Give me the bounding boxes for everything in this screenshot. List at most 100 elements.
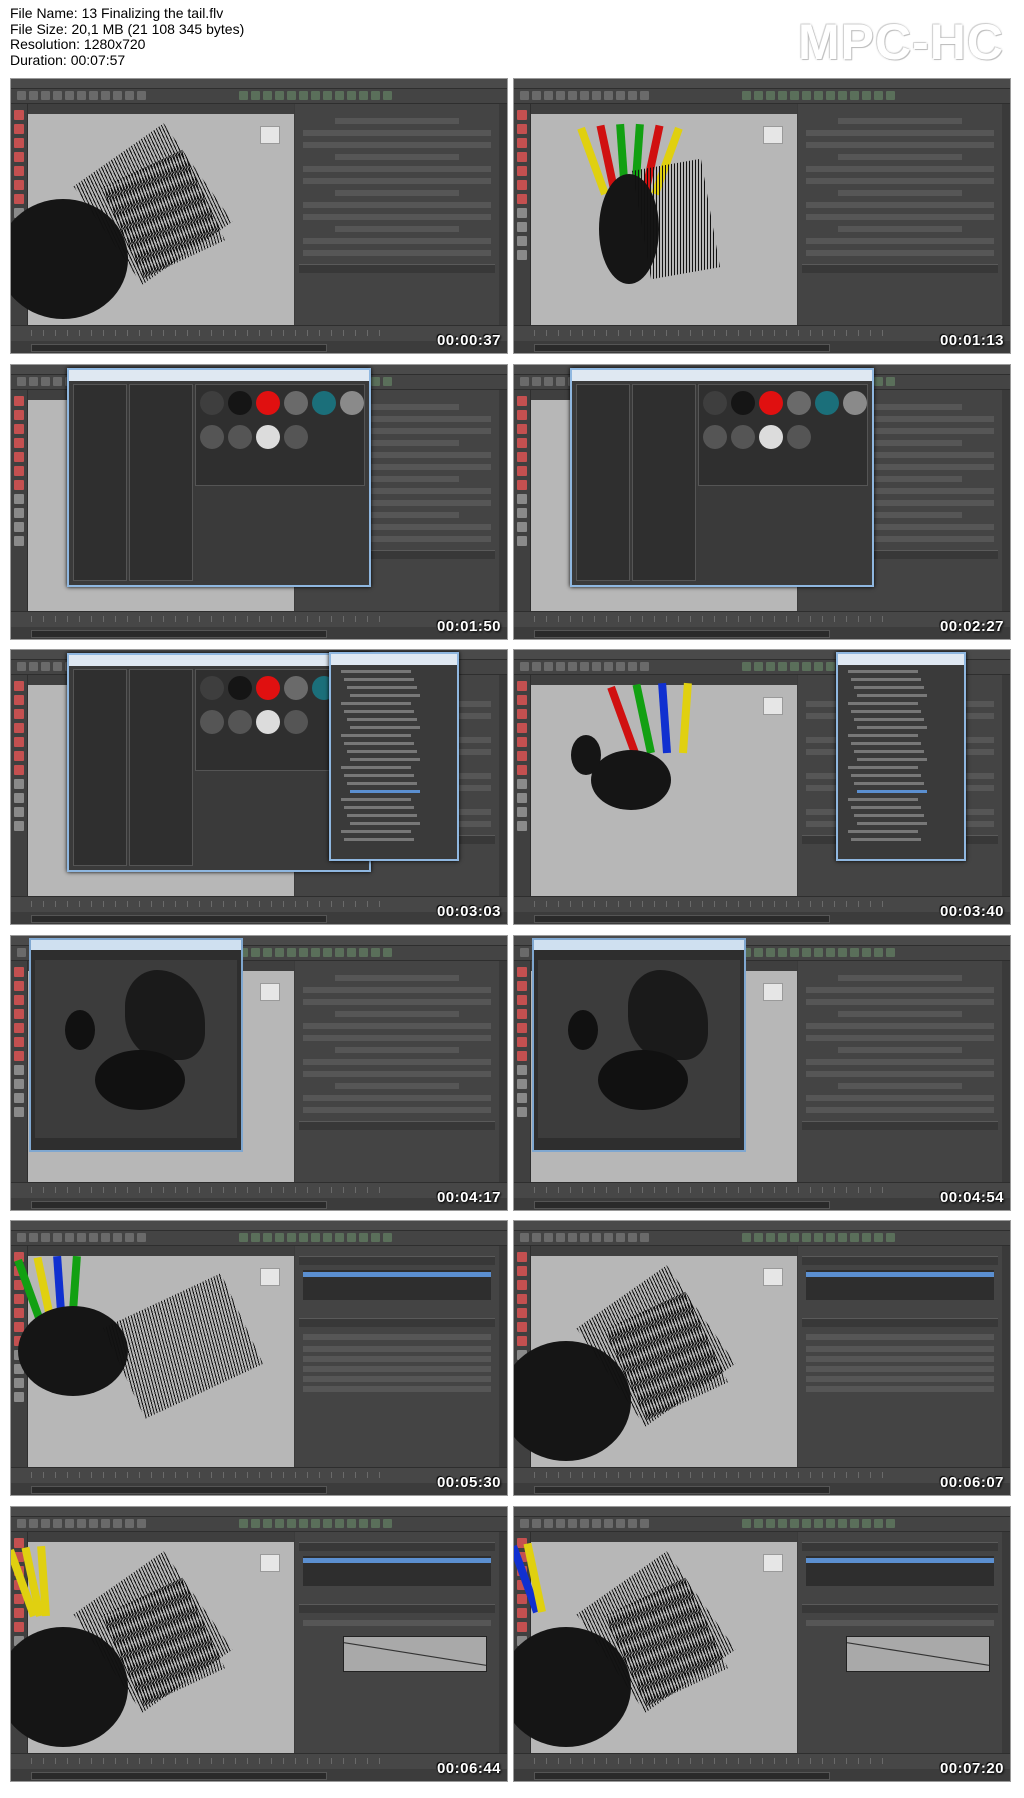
- outliner-item[interactable]: [350, 790, 420, 793]
- outliner-item[interactable]: [857, 758, 927, 761]
- attribute-field[interactable]: [806, 1334, 994, 1340]
- panel-section-header[interactable]: [802, 1604, 998, 1613]
- shelf-button[interactable]: [604, 91, 613, 100]
- time-slider[interactable]: [11, 1182, 507, 1198]
- tool-button[interactable]: [14, 194, 24, 204]
- outliner-item[interactable]: [848, 702, 918, 705]
- shelf-button[interactable]: [275, 1519, 284, 1528]
- tool-button[interactable]: [14, 1378, 24, 1388]
- thumbnail[interactable]: 00:05:30: [10, 1220, 508, 1496]
- shelf-button[interactable]: [371, 1519, 380, 1528]
- attribute-field[interactable]: [303, 1107, 491, 1113]
- attribute-field[interactable]: [806, 999, 994, 1005]
- shelf-button[interactable]: [640, 662, 649, 671]
- shelf-button[interactable]: [556, 1233, 565, 1242]
- shelf-button[interactable]: [580, 1519, 589, 1528]
- time-slider[interactable]: [11, 325, 507, 341]
- shelf-button[interactable]: [29, 662, 38, 671]
- tool-button[interactable]: [517, 681, 527, 691]
- shelf-button[interactable]: [616, 662, 625, 671]
- attribute-field[interactable]: [303, 142, 491, 148]
- tool-button[interactable]: [517, 452, 527, 462]
- shelf-button[interactable]: [263, 1519, 272, 1528]
- tool-button[interactable]: [14, 166, 24, 176]
- viewport[interactable]: [514, 1246, 797, 1467]
- tool-button[interactable]: [517, 751, 527, 761]
- shelf-button[interactable]: [275, 91, 284, 100]
- outliner-item[interactable]: [851, 838, 921, 841]
- tool-button[interactable]: [517, 166, 527, 176]
- attribute-field[interactable]: [806, 238, 994, 244]
- attribute-field[interactable]: [806, 202, 994, 208]
- tool-button[interactable]: [517, 967, 527, 977]
- shelf-button[interactable]: [604, 1233, 613, 1242]
- shelf-button[interactable]: [520, 1519, 529, 1528]
- shader-swatch[interactable]: [340, 391, 364, 415]
- range-slider[interactable]: [514, 912, 1010, 924]
- tool-button[interactable]: [14, 1538, 24, 1548]
- outliner-window[interactable]: [836, 652, 966, 861]
- tool-button[interactable]: [517, 765, 527, 775]
- shelf-button[interactable]: [766, 1519, 775, 1528]
- shelf-button[interactable]: [89, 1519, 98, 1528]
- shelf-button[interactable]: [874, 91, 883, 100]
- thumbnail[interactable]: 00:04:17: [10, 935, 508, 1211]
- shelf-button[interactable]: [802, 91, 811, 100]
- shelf-button[interactable]: [616, 1519, 625, 1528]
- shelf-button[interactable]: [41, 91, 50, 100]
- shelf-button[interactable]: [335, 1233, 344, 1242]
- attribute-field[interactable]: [303, 1023, 491, 1029]
- time-slider[interactable]: [514, 611, 1010, 627]
- tool-button[interactable]: [14, 1023, 24, 1033]
- outliner-item[interactable]: [848, 734, 918, 737]
- outliner-item[interactable]: [344, 838, 414, 841]
- shelf-button[interactable]: [383, 948, 392, 957]
- shelf-button[interactable]: [29, 1233, 38, 1242]
- attribute-field[interactable]: [303, 130, 491, 136]
- tool-button[interactable]: [14, 695, 24, 705]
- shelf-button[interactable]: [251, 1519, 260, 1528]
- shelf-button[interactable]: [850, 948, 859, 957]
- tool-button[interactable]: [14, 522, 24, 532]
- tool-button[interactable]: [517, 1622, 527, 1632]
- attribute-field[interactable]: [303, 987, 491, 993]
- shader-swatch[interactable]: [256, 676, 280, 700]
- range-bar[interactable]: [534, 1772, 830, 1780]
- shelf-button[interactable]: [275, 948, 284, 957]
- shelf-button[interactable]: [544, 662, 553, 671]
- tool-button[interactable]: [14, 452, 24, 462]
- outliner-item[interactable]: [851, 806, 921, 809]
- tool-button[interactable]: [14, 821, 24, 831]
- attribute-field[interactable]: [806, 166, 994, 172]
- range-slider[interactable]: [514, 1198, 1010, 1210]
- shelf-button[interactable]: [125, 91, 134, 100]
- shelf-button[interactable]: [778, 91, 787, 100]
- tool-button[interactable]: [14, 981, 24, 991]
- shelf-button[interactable]: [383, 91, 392, 100]
- shelf-button[interactable]: [65, 1233, 74, 1242]
- shelf-button[interactable]: [886, 377, 895, 386]
- shelf-button[interactable]: [17, 377, 26, 386]
- range-bar[interactable]: [31, 344, 327, 352]
- shelf-button[interactable]: [886, 1233, 895, 1242]
- shader-swatch[interactable]: [200, 710, 224, 734]
- shader-swatch[interactable]: [759, 391, 783, 415]
- hypershade-window[interactable]: [67, 653, 371, 872]
- shelf-button[interactable]: [335, 91, 344, 100]
- shelf-button[interactable]: [778, 1519, 787, 1528]
- tool-button[interactable]: [517, 110, 527, 120]
- panel-section-header[interactable]: [802, 1542, 998, 1551]
- outliner-item[interactable]: [341, 830, 411, 833]
- attribute-field[interactable]: [806, 178, 994, 184]
- tool-button[interactable]: [517, 793, 527, 803]
- tool-button[interactable]: [14, 1107, 24, 1117]
- attribute-field[interactable]: [335, 1083, 459, 1089]
- range-bar[interactable]: [31, 1772, 327, 1780]
- shelf-button[interactable]: [628, 1519, 637, 1528]
- shelf-button[interactable]: [520, 948, 529, 957]
- outliner-item[interactable]: [350, 758, 420, 761]
- tool-button[interactable]: [14, 793, 24, 803]
- outliner-item[interactable]: [341, 670, 411, 673]
- shelf-button[interactable]: [251, 948, 260, 957]
- shader-swatch[interactable]: [787, 391, 811, 415]
